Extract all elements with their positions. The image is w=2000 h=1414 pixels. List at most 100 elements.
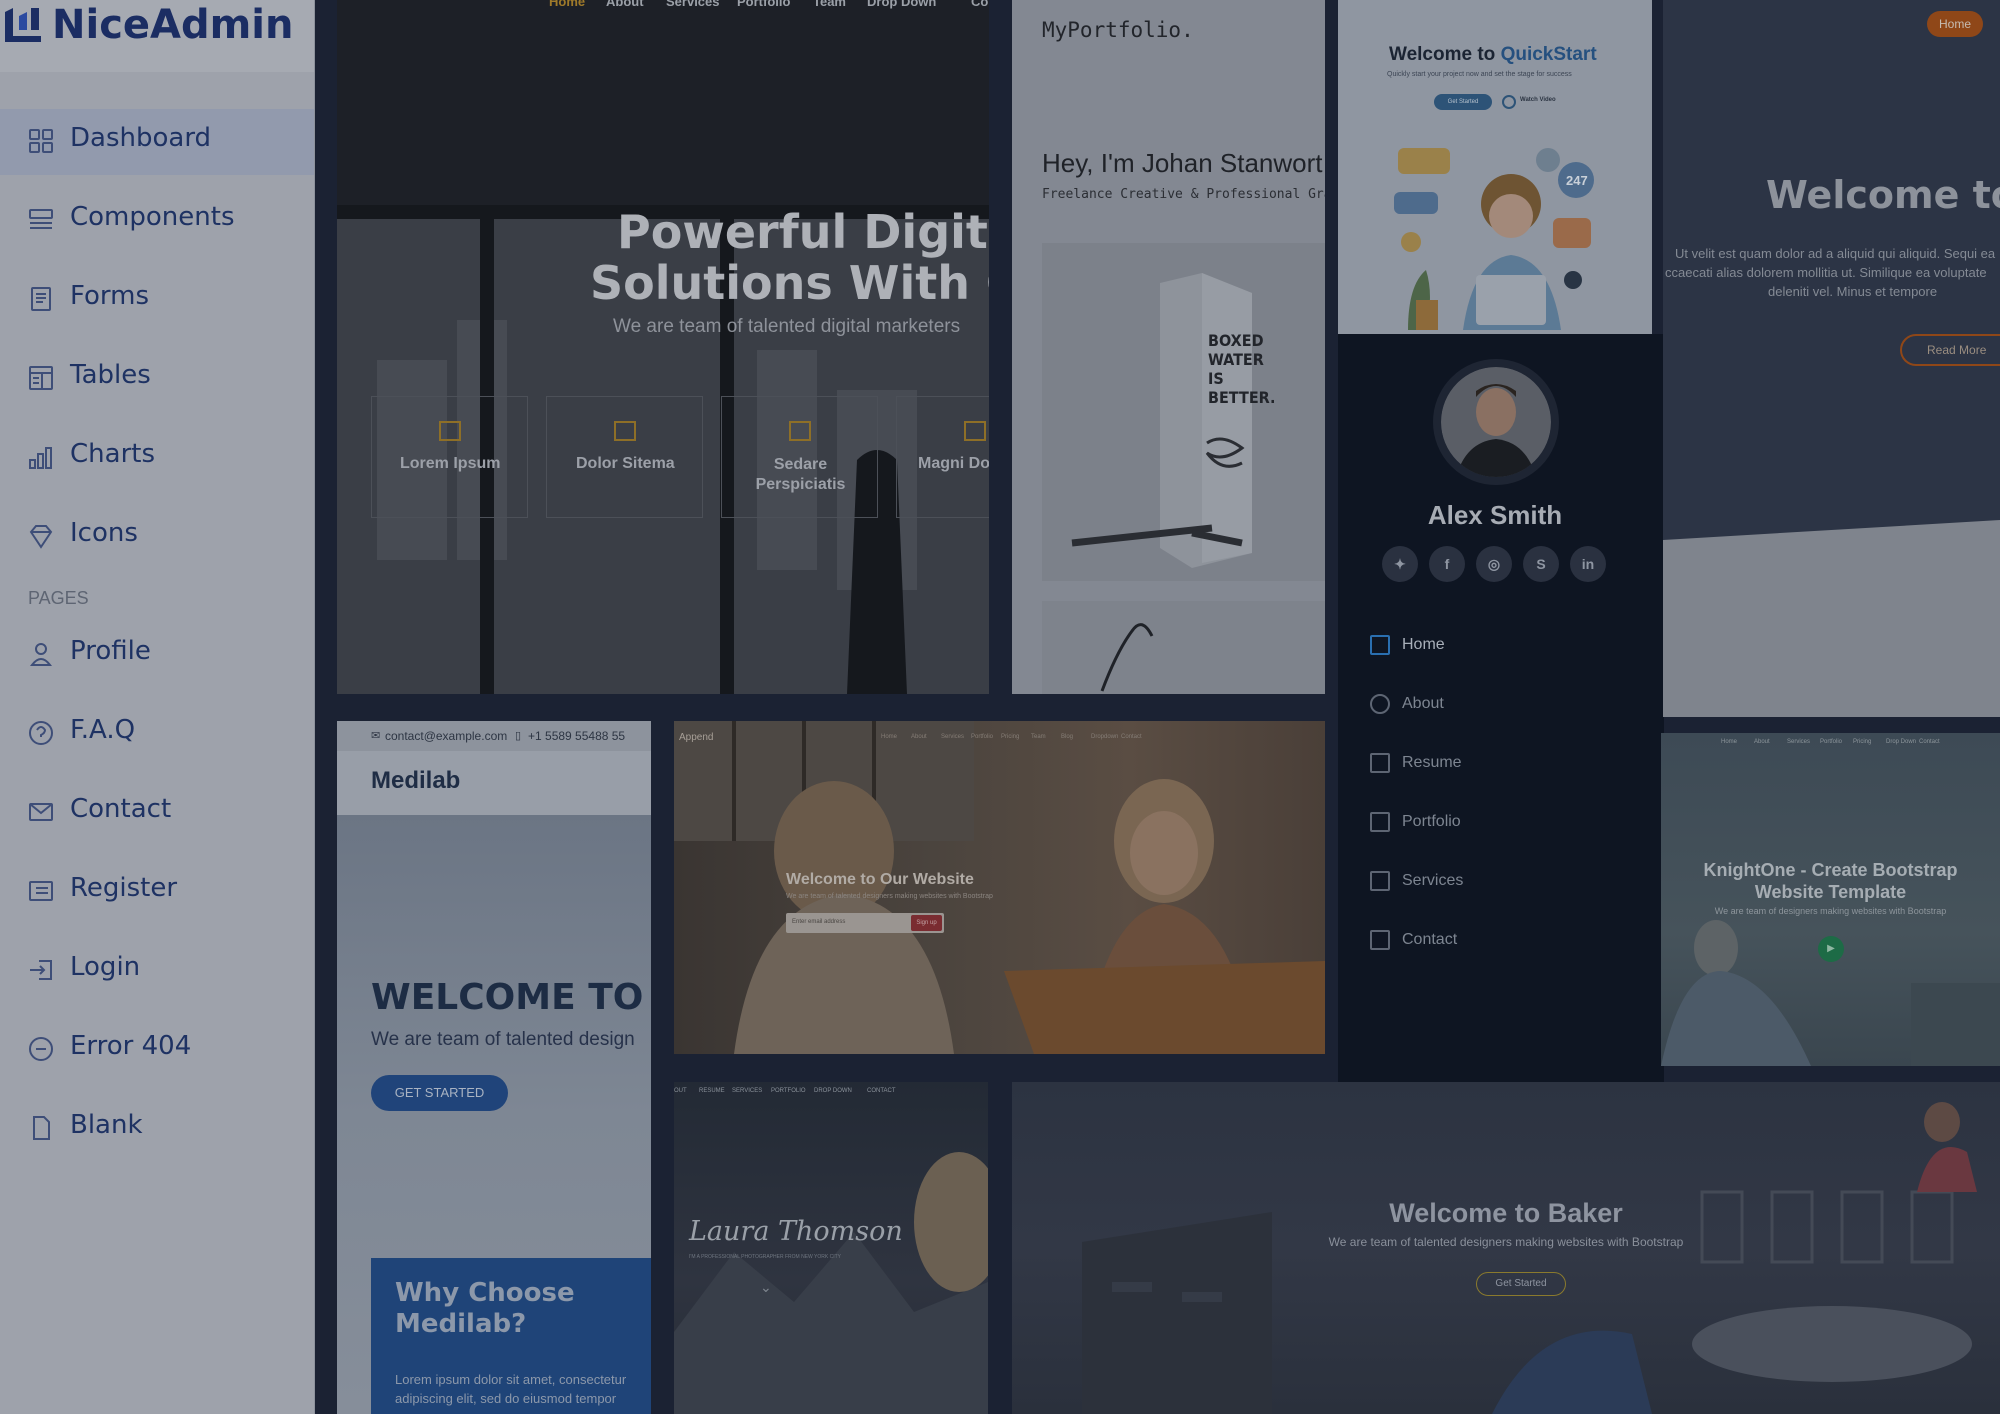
get-started-button[interactable]: GET STARTED [371,1075,508,1111]
nav-contact-link[interactable]: Co [971,0,988,9]
facebook-icon[interactable]: f [1429,546,1465,582]
nav-link[interactable]: Dropdown [1091,734,1118,740]
sidebar-item-contact[interactable]: Contact [0,780,314,846]
nav-link[interactable]: SERVICES [732,1088,762,1094]
nav-item-home[interactable]: Home [1370,630,1620,664]
nav-item-resume[interactable]: Resume [1370,748,1620,782]
nav-item-label: Services [1402,872,1464,889]
nav-link[interactable]: RESUME [699,1088,725,1094]
nav-link[interactable]: Services [941,734,964,740]
nav-about-link[interactable]: About [606,0,644,9]
nav-item-contact[interactable]: Contact [1370,925,1620,959]
hdd-stack-icon [1370,871,1390,891]
brand-logo[interactable]: NiceAdmin [0,0,314,72]
instagram-icon[interactable]: ◎ [1476,546,1512,582]
sidebar-item-label: Contact [70,794,172,824]
nav-dropdown-link[interactable]: Drop Down [867,0,936,9]
nav-home-link[interactable]: Home [549,0,585,9]
nav-item-about[interactable]: About [1370,689,1620,723]
sidebar-item-forms[interactable]: Forms [0,267,314,333]
portfolio-image-boxed-water[interactable]: BOXED WATER IS BETTER. [1042,243,1325,581]
play-icon[interactable] [1502,95,1516,109]
badge-text: 247 [1566,173,1588,188]
sidebar-item-components[interactable]: Components [0,188,314,254]
watch-video-link[interactable]: Watch Video [1520,97,1556,103]
file-text-icon [1370,753,1390,773]
nav-home-button[interactable]: Home [1927,11,1983,37]
read-more-button[interactable]: Read More [1900,334,2000,366]
template-preview-5[interactable]: Home Welcome to Ut velit est quam dolor … [1663,0,2000,717]
signup-button[interactable]: Sign up [911,915,942,931]
sidebar-item-f-a-q[interactable]: F.A.Q [0,701,314,767]
template-preview-knightone[interactable]: KnightOne - Create Bootstrap Website Tem… [1661,733,2000,1066]
nav-link[interactable]: Team [1031,734,1046,740]
nav-link[interactable]: About [911,734,927,740]
email-input[interactable]: Enter email address [792,919,845,925]
nav-link[interactable]: OUT [674,1088,687,1094]
twitter-icon[interactable]: ✦ [1382,546,1418,582]
site-logo[interactable]: MyPortfolio. [1042,18,1194,42]
nav-link[interactable]: Services [1787,739,1810,745]
nav-link[interactable]: Contact [1919,739,1940,745]
template-preview-quickstart[interactable]: Welcome to QuickStart Quickly start your… [1338,0,1652,334]
nav-link[interactable]: Home [881,734,897,740]
nav-link[interactable]: Portfolio [1820,739,1842,745]
sidebar-item-icons[interactable]: Icons [0,504,314,570]
play-video-button[interactable]: ▶ [1818,936,1844,962]
nav-link[interactable]: Pricing [1001,734,1019,740]
linkedin-icon[interactable]: in [1570,546,1606,582]
nav-item-services[interactable]: Services [1370,866,1620,900]
hero-title: Welcome to [1766,173,2000,217]
contact-phone[interactable]: +1 5589 55488 55 [528,729,625,743]
sidebar-item-charts[interactable]: Charts [0,425,314,491]
nav-link[interactable]: PORTFOLIO [771,1088,806,1094]
sidebar-item-tables[interactable]: Tables [0,346,314,412]
site-logo[interactable]: Append [679,732,713,743]
sidebar-item-label: Tables [70,360,151,390]
pages-heading: PAGES [28,588,89,608]
get-started-button[interactable]: Get Started [1434,94,1492,110]
template-preview-baker[interactable]: Welcome to Baker We are team of talented… [1012,1082,2000,1414]
support-agent-illustration: 247 [1394,148,1594,330]
site-logo[interactable]: Medilab [371,767,460,795]
feature-box[interactable]: Sedare Perspiciatis [721,396,878,518]
nav-link[interactable]: DROP DOWN [814,1088,852,1094]
chevron-down-icon[interactable]: ⌄ [760,1280,772,1296]
contact-email[interactable]: contact@example.com [385,729,507,743]
nav-link[interactable]: Portfolio [971,734,993,740]
sidebar-item-blank[interactable]: Blank [0,1096,314,1162]
template-preview-append[interactable]: Append Welcome to Our Website We are tea… [674,721,1325,1054]
nav-item-portfolio[interactable]: Portfolio [1370,807,1620,841]
hero-title-brand: QuickStart [1500,44,1597,65]
sidebar-item-label: Register [70,873,178,903]
hero-title-line2: Website Template [1754,882,1907,902]
nav-portfolio-link[interactable]: Portfolio [737,0,790,9]
feature-box[interactable]: Magni Do [896,396,989,518]
nav-link[interactable]: About [1754,739,1770,745]
sidebar-item-login[interactable]: Login [0,938,314,1004]
sidebar-item-profile[interactable]: Profile [0,622,314,688]
nav-link[interactable]: Blog [1061,734,1073,740]
sidebar-item-dashboard[interactable]: Dashboard [0,109,314,175]
nav-link[interactable]: Home [1721,739,1737,745]
sidebar-item-register[interactable]: Register [0,859,314,925]
sidebar-item-error-404[interactable]: Error 404 [0,1017,314,1083]
person-icon [1370,694,1390,714]
skype-icon[interactable]: S [1523,546,1559,582]
nav-services-link[interactable]: Services [666,0,720,9]
feature-box[interactable]: Lorem Ipsum [371,396,528,518]
get-started-button[interactable]: Get Started [1476,1272,1566,1296]
nav-team-link[interactable]: Team [813,0,846,9]
nav-link[interactable]: Pricing [1853,739,1871,745]
nav-item-label: Resume [1402,754,1462,771]
sidebar-item-label: Profile [70,636,151,666]
feature-box[interactable]: Dolor Sitema [546,396,703,518]
template-preview-kelly[interactable]: Laura Thomson I'M A PROFESSIONAL PHOTOGR… [674,1082,988,1414]
portfolio-image-2[interactable] [1042,601,1325,694]
template-preview-medilab[interactable]: ✉ contact@example.com ▯ +1 5589 55488 55… [337,721,651,1414]
nav-link[interactable]: Drop Down [1886,739,1916,745]
template-preview-gp[interactable]: Home About Services Portfolio Team Drop … [337,0,989,694]
nav-link[interactable]: CONTACT [867,1088,896,1094]
template-preview-myportfolio[interactable]: MyPortfolio. Hey, I'm Johan Stanwort Fre… [1012,0,1325,694]
nav-link[interactable]: Contact [1121,734,1142,740]
